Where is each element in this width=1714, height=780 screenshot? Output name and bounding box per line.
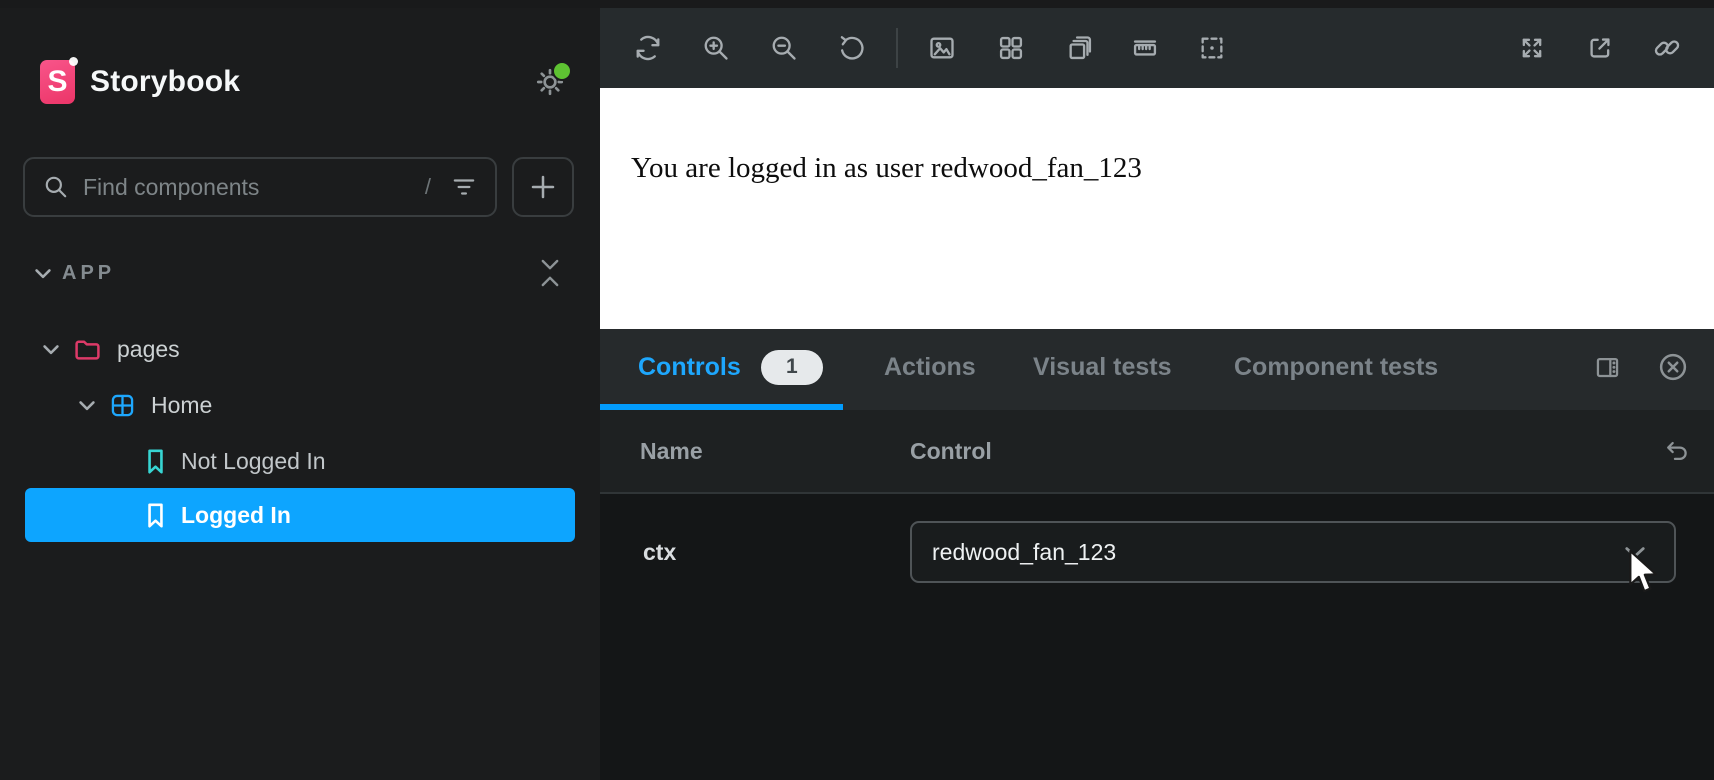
ctx-select-value: redwood_fan_123 xyxy=(932,539,1116,566)
zoom-in-button[interactable] xyxy=(694,26,738,70)
chevron-down-icon[interactable] xyxy=(78,398,96,412)
measure-icon xyxy=(1131,34,1159,62)
tree-item-label: pages xyxy=(117,336,180,363)
zoom-reset-icon xyxy=(837,34,865,62)
tab-label: Component tests xyxy=(1234,353,1438,382)
copy-link-button[interactable] xyxy=(1645,26,1689,70)
filter-icon[interactable] xyxy=(451,174,477,200)
sidebar-item-logged-in[interactable]: Logged In xyxy=(25,488,575,542)
search-shortcut: / xyxy=(425,174,437,200)
measure-button[interactable] xyxy=(1123,26,1167,70)
tab-label: Actions xyxy=(884,353,976,382)
chevron-down-icon xyxy=(34,266,52,280)
addon-orientation-icon xyxy=(1594,354,1621,381)
tree-item-label: Not Logged In xyxy=(181,448,326,475)
close-panel-button[interactable] xyxy=(1651,345,1695,389)
collapse-all-icon xyxy=(538,257,562,289)
copy-link-icon xyxy=(1653,34,1681,62)
toolbar-divider xyxy=(896,28,898,68)
controls-table-header: Name Control xyxy=(600,410,1714,494)
zoom-in-icon xyxy=(702,34,730,62)
tab-actions[interactable]: Actions xyxy=(878,329,982,405)
open-external-icon xyxy=(1586,34,1614,62)
chevron-down-icon[interactable] xyxy=(42,342,60,356)
story-canvas: You are logged in as user redwood_fan_12… xyxy=(600,88,1714,329)
tab-label: Controls xyxy=(638,353,741,382)
tab-visual-tests[interactable]: Visual tests xyxy=(1027,329,1178,405)
outline-icon xyxy=(1198,34,1226,62)
controls-count-badge: 1 xyxy=(761,350,823,385)
create-story-button[interactable] xyxy=(512,157,574,217)
brand-name: Storybook xyxy=(90,65,240,99)
addons-panel: Controls 1 Actions Visual tests Componen… xyxy=(600,329,1714,780)
sidebar-item-pages[interactable]: pages xyxy=(0,322,600,376)
notification-dot xyxy=(552,61,572,81)
grid-button[interactable] xyxy=(989,26,1033,70)
undo-icon xyxy=(1662,438,1689,465)
collapse-all-button[interactable] xyxy=(538,257,562,289)
viewport-icon xyxy=(1066,34,1094,62)
tab-component-tests[interactable]: Component tests xyxy=(1228,329,1444,405)
settings-menu-button[interactable] xyxy=(528,60,572,104)
logo-letter: S xyxy=(47,65,67,99)
panel-tabbar: Controls 1 Actions Visual tests Componen… xyxy=(600,329,1714,410)
backgrounds-button[interactable] xyxy=(920,26,964,70)
section-label: APP xyxy=(62,262,115,285)
search-icon xyxy=(43,174,69,200)
column-header-control: Control xyxy=(910,410,992,492)
remount-button[interactable] xyxy=(626,26,670,70)
ctx-select[interactable]: redwood_fan_123 xyxy=(910,521,1676,583)
fullscreen-button[interactable] xyxy=(1510,26,1554,70)
canvas-toolbar xyxy=(600,8,1714,88)
bookmark-icon xyxy=(146,448,165,475)
remount-icon xyxy=(634,34,662,62)
table-row: ctx redwood_fan_123 xyxy=(600,492,1714,612)
backgrounds-icon xyxy=(928,34,956,62)
tree-item-label: Home xyxy=(151,392,212,419)
outline-button[interactable] xyxy=(1190,26,1234,70)
tab-controls[interactable]: Controls 1 xyxy=(632,329,829,405)
viewport-button[interactable] xyxy=(1058,26,1102,70)
open-external-button[interactable] xyxy=(1578,26,1622,70)
component-icon xyxy=(110,393,135,418)
chevron-down-icon xyxy=(1624,545,1646,559)
zoom-out-icon xyxy=(770,34,798,62)
brand-row: S Storybook xyxy=(40,56,572,108)
plus-icon xyxy=(528,172,558,202)
column-header-name: Name xyxy=(640,410,703,492)
search-placeholder: Find components xyxy=(83,174,259,201)
sidebar-item-home[interactable]: Home xyxy=(0,378,600,432)
sidebar: S Storybook Find components xyxy=(0,0,600,780)
tab-label: Visual tests xyxy=(1033,353,1172,382)
arg-name-ctx: ctx xyxy=(643,492,676,612)
search-input[interactable]: Find components / xyxy=(23,157,497,217)
window-top-edge xyxy=(0,0,1714,8)
sidebar-section-app[interactable]: APP xyxy=(34,256,562,290)
zoom-out-button[interactable] xyxy=(762,26,806,70)
folder-icon xyxy=(74,338,101,361)
story-output-text: You are logged in as user redwood_fan_12… xyxy=(631,152,1142,185)
close-circle-icon xyxy=(1658,352,1688,382)
fullscreen-icon xyxy=(1518,34,1546,62)
bookmark-icon xyxy=(146,502,165,529)
sidebar-item-not-logged-in[interactable]: Not Logged In xyxy=(0,434,600,488)
grid-icon xyxy=(997,34,1025,62)
tree-item-label: Logged In xyxy=(181,502,291,529)
preview-area: You are logged in as user redwood_fan_12… xyxy=(600,8,1714,780)
storybook-logo[interactable]: S xyxy=(40,60,75,104)
zoom-reset-button[interactable] xyxy=(829,26,873,70)
storybook-app: S Storybook Find components xyxy=(0,0,1714,780)
reset-controls-button[interactable] xyxy=(1653,429,1697,473)
panel-orientation-button[interactable] xyxy=(1585,345,1629,389)
